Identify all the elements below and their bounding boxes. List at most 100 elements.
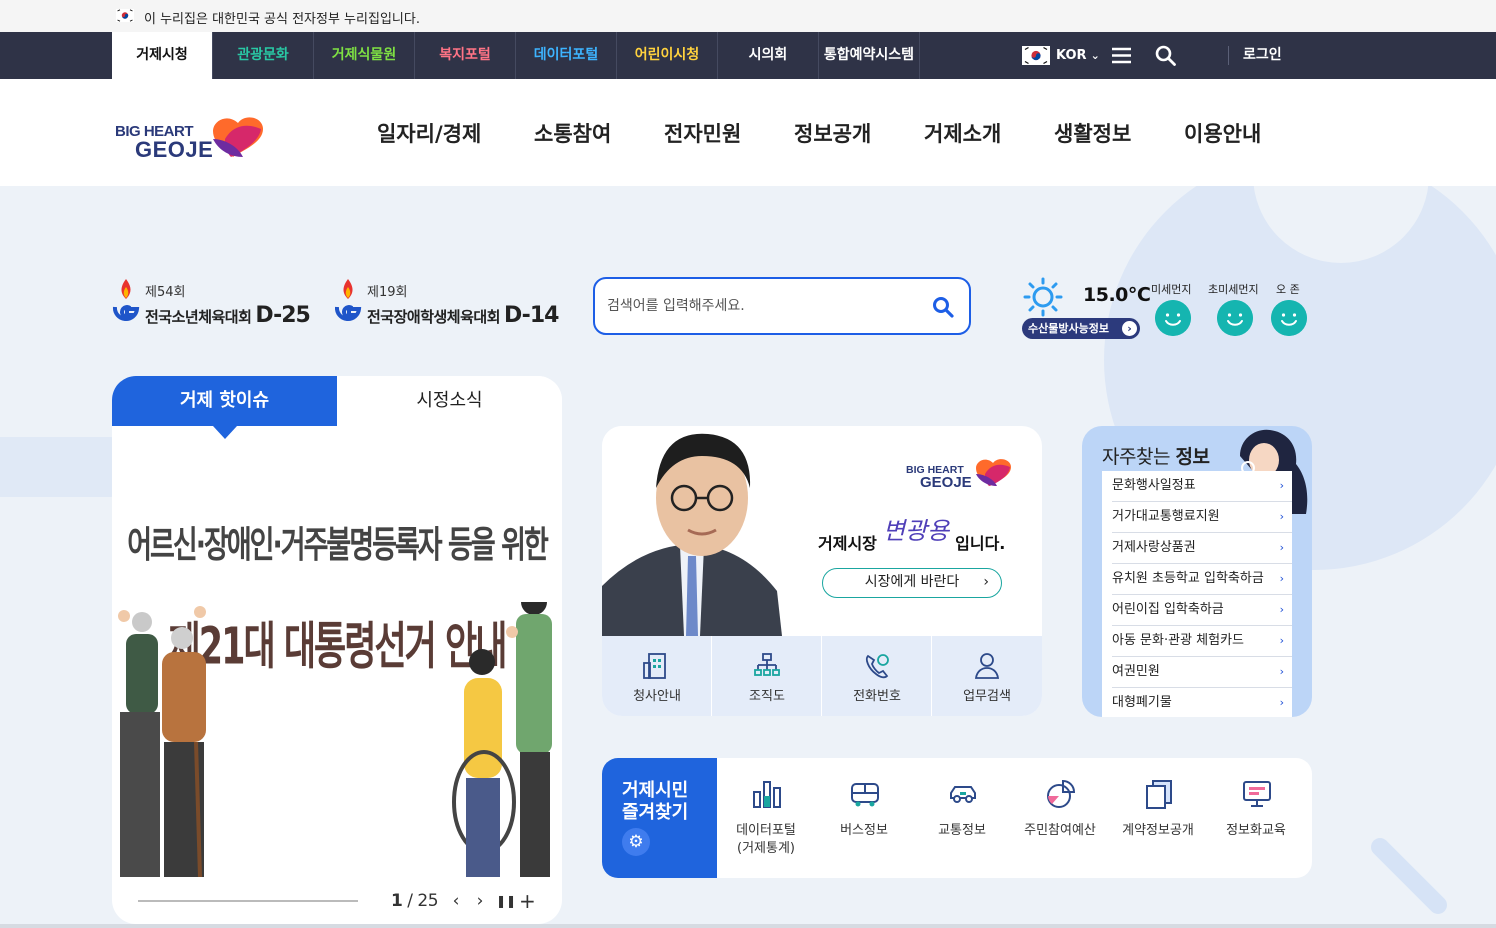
chevron-right-icon: ›: [1279, 603, 1284, 616]
bus-icon: [851, 783, 879, 807]
chevron-right-icon: ›: [1279, 572, 1284, 585]
gnb-info-disclosure[interactable]: 정보공개: [794, 118, 871, 148]
building-icon: [643, 653, 666, 679]
election-people-illustration: [118, 602, 552, 877]
gnb-living-info[interactable]: 생활정보: [1054, 118, 1131, 148]
faq-item[interactable]: 아동 문화·관광 체험카드 ›: [1112, 626, 1292, 657]
svg-text:GEOJE: GEOJE: [135, 137, 213, 161]
site-tab-council[interactable]: 시의회: [718, 32, 819, 79]
car-icon: [950, 786, 976, 803]
chevron-left-icon[interactable]: ‹: [449, 891, 463, 911]
gov-notice-text: 이 누리집은 대한민국 공식 전자정부 누리집입니다.: [144, 12, 420, 27]
chevron-right-icon[interactable]: ›: [473, 891, 487, 911]
smile-face-icon: [1271, 300, 1307, 336]
faq-item-label: 문화행사일정표: [1112, 478, 1196, 493]
fav-contract-info-label: 계약정보공개: [1122, 823, 1194, 838]
gnb-guide[interactable]: 이용안내: [1184, 118, 1261, 148]
faq-item[interactable]: 거제사랑상품권 ›: [1112, 533, 1292, 564]
quick-org-chart[interactable]: 조직도: [712, 636, 822, 716]
faq-item[interactable]: 대형폐기물 ›: [1112, 688, 1292, 717]
issues-panel: 거제 핫이슈 시정소식 어르신·장애인·거주불명등록자 등을 위한 제21대 대…: [112, 376, 562, 924]
fav-it-education[interactable]: 정보화교육: [1207, 758, 1305, 878]
login-link[interactable]: 로그인: [1243, 32, 1282, 79]
bar-chart-icon: [753, 781, 781, 808]
ozone-label: 오 존: [1276, 283, 1300, 296]
search-input[interactable]: [607, 293, 907, 319]
search-icon[interactable]: [931, 295, 955, 319]
site-search: [593, 277, 971, 335]
faq-item[interactable]: 어린이집 입학축하금 ›: [1112, 595, 1292, 626]
quick-task-search[interactable]: 업무검색: [932, 636, 1042, 716]
language-select[interactable]: KOR ⌄: [1022, 45, 1100, 67]
event-round: 제19회: [367, 285, 408, 300]
mayor-request-button[interactable]: 시장에게 바란다 ›: [822, 568, 1002, 598]
event-name-line: 전국소년체육대회 D-25: [145, 303, 311, 328]
plus-icon[interactable]: +: [519, 891, 536, 911]
chevron-right-icon: ›: [1279, 541, 1284, 554]
fav-data-portal[interactable]: 데이터포털 (거제통계): [717, 758, 815, 878]
search-icon[interactable]: [1155, 45, 1176, 66]
big-heart-geoje-logo: BIG HEART GEOJE: [906, 459, 1011, 490]
temperature: 15.0℃: [1083, 284, 1151, 306]
fav-traffic-info[interactable]: 교통정보: [913, 758, 1011, 878]
tab-hot-issue[interactable]: 거제 핫이슈: [112, 376, 337, 426]
faq-item[interactable]: 여권민원 ›: [1112, 657, 1292, 688]
site-tab-reservation[interactable]: 통합예약시스템: [819, 32, 920, 79]
frequent-info-panel: 자주찾는 정보 문화행사일정표 › 거가대교통행료지원 › 거제사랑상품권 › 유치원…: [1082, 426, 1312, 717]
gear-icon[interactable]: ⚙: [622, 828, 650, 856]
korea-flag-icon: [116, 9, 134, 22]
tab-city-news[interactable]: 시정소식: [337, 376, 562, 426]
fav-contract-info[interactable]: 계약정보공개: [1109, 758, 1207, 878]
event-disabled-student-sports[interactable]: 제19회 전국장애학생체육대회 D-14: [334, 277, 574, 331]
chevron-right-icon: ›: [1279, 696, 1284, 709]
quick-office-guide[interactable]: 청사안내: [602, 636, 712, 716]
favorites-header: 거제시민 즐겨찾기 ⚙: [602, 758, 717, 878]
faq-item-label: 여권민원: [1112, 664, 1160, 679]
faq-item[interactable]: 거가대교통행료지원 ›: [1112, 502, 1292, 533]
mayor-suffix: 입니다.: [955, 534, 1006, 553]
monitor-icon: [1243, 781, 1271, 807]
faq-item-label: 거가대교통행료지원: [1112, 509, 1220, 524]
site-tab-botanical-garden[interactable]: 거제식물원: [314, 32, 415, 79]
event-name-line: 전국장애학생체육대회 D-14: [367, 303, 559, 328]
active-tab-indicator: [213, 426, 237, 439]
faq-item[interactable]: 유치원 초등학교 입학축하금 ›: [1112, 564, 1292, 595]
big-heart-geoje-logo[interactable]: BIG HEART GEOJE: [113, 109, 265, 161]
faq-item-label: 거제사랑상품권: [1112, 540, 1196, 555]
quick-office-guide-label: 청사안내: [633, 689, 681, 704]
fav-participatory-budget[interactable]: 주민참여예산: [1011, 758, 1109, 878]
smile-face-icon: [1155, 300, 1191, 336]
quick-phone-numbers[interactable]: 전화번호: [822, 636, 932, 716]
seafood-radiation-label: 수산물방사능정보: [1028, 322, 1109, 335]
event-name: 전국소년체육대회: [145, 308, 252, 326]
fav-bus-info[interactable]: 버스정보: [815, 758, 913, 878]
site-tab-kids[interactable]: 어린이시청: [617, 32, 718, 79]
site-tab-tourism[interactable]: 관광문화: [213, 32, 314, 79]
pause-icon[interactable]: ❚❚: [496, 891, 516, 911]
chevron-right-icon: ›: [1279, 510, 1284, 523]
site-tab-geoje-city[interactable]: 거제시청: [112, 32, 213, 79]
gnb-about-geoje[interactable]: 거제소개: [924, 118, 1001, 148]
gnb-e-civil[interactable]: 전자민원: [664, 118, 741, 148]
mayor-card: BIG HEART GEOJE 거제시장 변광용 입니다. 시장에게 바란다 › 청…: [602, 426, 1042, 716]
fav-bus-info-label: 버스정보: [840, 823, 888, 838]
chevron-right-icon: ›: [983, 574, 989, 590]
gnb-participation[interactable]: 소통참여: [534, 118, 611, 148]
event-youth-sports[interactable]: 제54회 전국소년체육대회 D-25: [112, 277, 322, 331]
event-name: 전국장애학생체육대회: [367, 308, 501, 326]
quick-org-chart-label: 조직도: [749, 689, 785, 704]
sun-icon: [1023, 277, 1063, 317]
menu-icon[interactable]: [1111, 45, 1132, 66]
slide-progress-bar: [138, 900, 358, 902]
mayor-signature: 변광용: [882, 517, 950, 545]
slide-current: 1: [391, 891, 403, 911]
seafood-radiation-link[interactable]: 수산물방사능정보 ›: [1022, 318, 1140, 339]
site-tab-data-portal[interactable]: 데이터포털: [516, 32, 617, 79]
site-tab-welfare[interactable]: 복지포털: [415, 32, 516, 79]
chevron-right-icon: ›: [1279, 665, 1284, 678]
document-copy-icon: [1146, 780, 1172, 809]
election-banner[interactable]: 어르신·장애인·거주불명등록자 등을 위한 제21대 대통령선거 안내: [112, 454, 562, 877]
faq-item[interactable]: 문화행사일정표 ›: [1112, 471, 1292, 502]
slide-total: / 25: [407, 891, 439, 911]
gnb-jobs-economy[interactable]: 일자리/경제: [377, 118, 481, 148]
